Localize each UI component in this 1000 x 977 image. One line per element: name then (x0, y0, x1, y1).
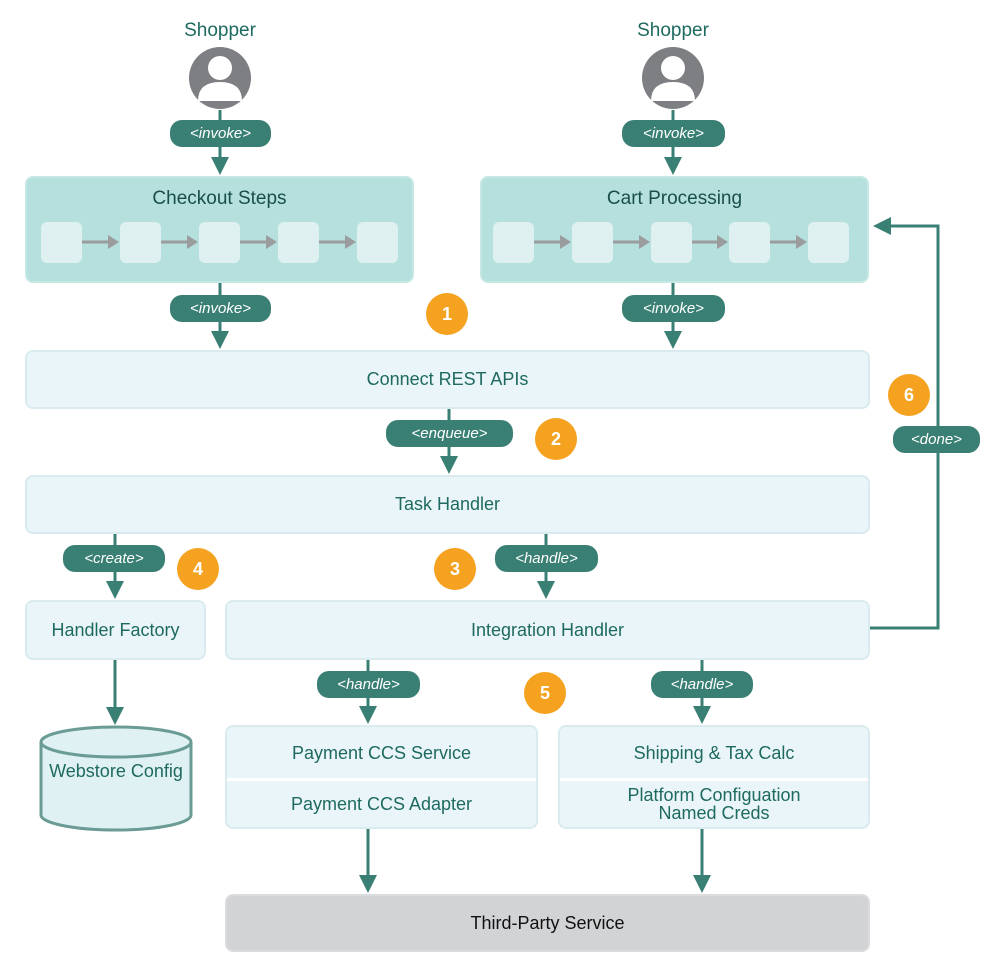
third-party-service-box: Third-Party Service (225, 894, 870, 952)
invoke-label: <invoke> (622, 120, 725, 147)
payment-ccs-service: Payment CCS Service (227, 727, 536, 781)
step-badge-3: 3 (434, 548, 476, 590)
payment-ccs-adapter: Payment CCS Adapter (290, 794, 473, 814)
user-icon (190, 48, 250, 108)
cart-processing-title: Cart Processing (606, 188, 743, 209)
done-label: <done> (893, 426, 980, 453)
step-badge-4: 4 (177, 548, 219, 590)
connect-rest-apis-box: Connect REST APIs (25, 350, 870, 409)
handle-label: <handle> (495, 545, 598, 572)
task-handler-box: Task Handler (25, 475, 870, 534)
step-badge-5: 5 (524, 672, 566, 714)
checkout-steps-box: Checkout Steps (25, 176, 414, 283)
invoke-label: <invoke> (170, 120, 271, 147)
handler-factory-box: Handler Factory (25, 600, 206, 660)
handle-label: <handle> (651, 671, 753, 698)
checkout-steps-title: Checkout Steps (152, 188, 287, 209)
enqueue-label: <enqueue> (386, 420, 513, 447)
cart-processing-box: Cart Processing (480, 176, 869, 283)
platform-config-named-creds: Platform Configuation Named Creds (627, 785, 801, 823)
shipping-tax-calc: Shipping & Tax Calc (560, 727, 868, 781)
step-badge-1: 1 (426, 293, 468, 335)
invoke-label: <invoke> (622, 295, 725, 322)
integration-handler-box: Integration Handler (225, 600, 870, 660)
actor-label-left: Shopper (184, 20, 256, 41)
user-icon (643, 48, 703, 108)
invoke-label: <invoke> (170, 295, 271, 322)
diagram: Shopper Shopper Checkout Steps Cart Proc… (0, 0, 1000, 977)
create-label: <create> (63, 545, 165, 572)
handle-label: <handle> (317, 671, 420, 698)
step-badge-6: 6 (888, 374, 930, 416)
shipping-box: Shipping & Tax Calc Platform Configuatio… (558, 725, 870, 829)
actor-label-right: Shopper (637, 20, 709, 41)
webstore-config-label: Webstore Config (49, 761, 183, 781)
payment-box: Payment CCS Service Payment CCS Adapter (225, 725, 538, 829)
step-badge-2: 2 (535, 418, 577, 460)
